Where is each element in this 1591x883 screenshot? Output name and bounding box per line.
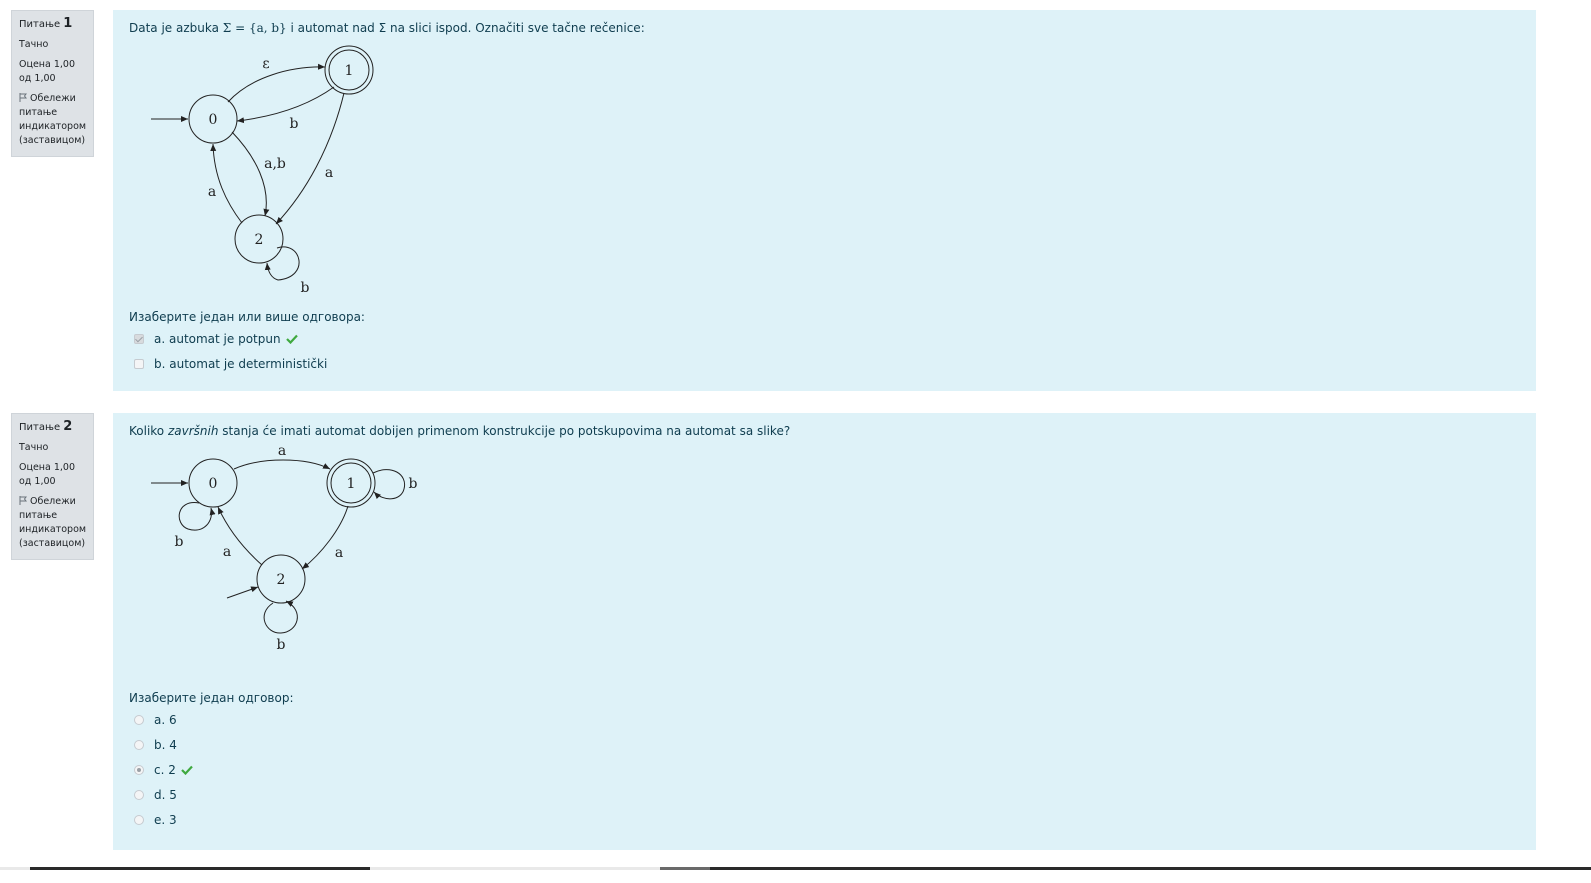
checkbox[interactable] xyxy=(134,333,144,344)
state-1-label: 1 xyxy=(347,476,356,492)
radio-button[interactable] xyxy=(134,764,144,775)
checkbox[interactable] xyxy=(134,358,144,369)
edge-label: b xyxy=(290,116,299,132)
edge-label: a xyxy=(223,544,231,560)
edge-label: ε xyxy=(262,56,269,72)
flag-question-link[interactable]: Обележи питање индикатором (заставицом) xyxy=(19,495,87,551)
answer-option-b[interactable]: b. 4 xyxy=(134,732,1520,757)
state-0-label: 0 xyxy=(209,476,218,492)
check-icon xyxy=(181,765,193,775)
radio-button[interactable] xyxy=(134,714,144,725)
edge-label: b xyxy=(277,637,286,653)
question-grade: Оцена 1,00 од 1,00 xyxy=(19,59,75,84)
flag-icon xyxy=(19,93,27,102)
answer-option-a[interactable]: a. 6 xyxy=(134,707,1520,732)
question-state: Тачно xyxy=(19,39,49,50)
question-text: Koliko završnih stanja će imati automat … xyxy=(129,424,791,438)
question-number: Питање 1 xyxy=(19,16,73,31)
automaton-diagram-1: 0 1 2 ε b a,b a a b xyxy=(151,45,374,296)
answer-prompt: Изаберите један одговор: xyxy=(129,691,294,705)
question-content-1: Data je azbuka Σ = {a, b} i automat nad … xyxy=(113,10,1536,391)
automaton-diagram-2: 0 1 2 a b b a a b xyxy=(151,443,418,653)
question-content-2: Koliko završnih stanja će imati automat … xyxy=(113,413,1536,850)
edge-label: a xyxy=(278,443,286,459)
edge-label: b xyxy=(409,476,418,492)
edge-label: b xyxy=(301,280,310,296)
edge-label: a,b xyxy=(264,156,286,172)
radio-button[interactable] xyxy=(134,739,144,750)
edge-label: a xyxy=(325,165,333,181)
question-info-2: Питање 2 Тачно Оцена 1,00 од 1,00 Обележ… xyxy=(11,413,94,560)
state-2-label: 2 xyxy=(255,232,264,248)
bottom-divider xyxy=(0,867,1591,870)
answer-prompt: Изаберите један или више одговора: xyxy=(129,310,365,324)
check-icon xyxy=(285,334,298,344)
answer-option-a[interactable]: a. automat je potpun xyxy=(134,326,1520,351)
edge-label: a xyxy=(208,184,216,200)
state-0-label: 0 xyxy=(209,112,218,128)
flag-question-link[interactable]: Обележи питање индикатором (заставицом) xyxy=(19,92,87,148)
question-number: Питање 2 xyxy=(19,419,73,434)
state-2-label: 2 xyxy=(277,572,286,588)
question-grade: Оцена 1,00 од 1,00 xyxy=(19,462,75,487)
edge-label: a xyxy=(335,545,343,561)
state-1-label: 1 xyxy=(345,63,354,79)
flag-icon xyxy=(19,496,27,505)
answer-option-e[interactable]: e. 3 xyxy=(134,807,1520,832)
answer-option-b[interactable]: b. automat je deterministički xyxy=(134,351,1520,376)
answer-option-c[interactable]: c. 2 xyxy=(134,757,1520,782)
question-info-1: Питање 1 Тачно Оцена 1,00 од 1,00 Обележ… xyxy=(11,10,94,157)
radio-button[interactable] xyxy=(134,789,144,800)
radio-button[interactable] xyxy=(134,814,144,825)
question-state: Тачно xyxy=(19,442,49,453)
answer-option-d[interactable]: d. 5 xyxy=(134,782,1520,807)
edge-label: b xyxy=(175,534,184,550)
question-text: Data je azbuka Σ = {a, b} i automat nad … xyxy=(129,21,645,35)
